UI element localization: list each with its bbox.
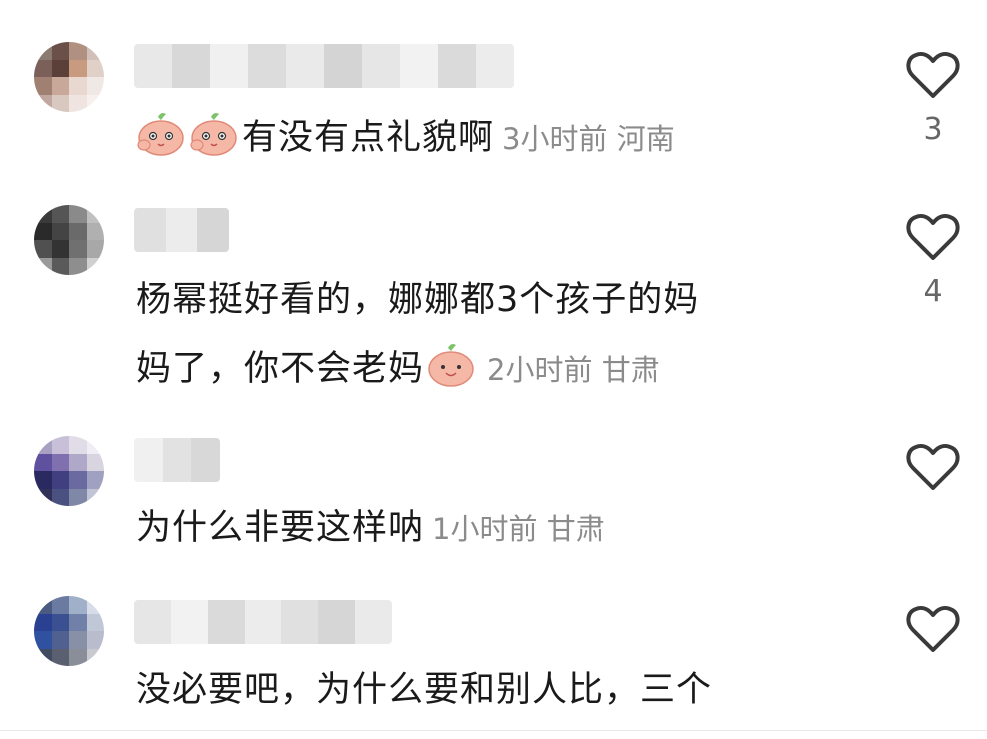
like-count: 3 xyxy=(923,112,943,147)
like-button[interactable] xyxy=(900,604,966,654)
heart-outline-icon xyxy=(906,51,960,98)
avatar[interactable] xyxy=(34,205,104,275)
heart-outline-icon xyxy=(906,443,960,490)
comment-body-line: 杨幂挺好看的，娜娜都3个孩子的妈 xyxy=(136,280,700,320)
comment-text: 有没有点礼貌啊 3小时前 河南 xyxy=(136,104,836,174)
heart-outline-icon xyxy=(906,605,960,652)
comment-location: 甘肃 xyxy=(601,353,660,387)
comment-time: 1小时前 甘肃 xyxy=(432,512,605,546)
comment-text: 没必要吧，为什么要和别人比，三个 xyxy=(136,656,836,725)
avatar[interactable] xyxy=(34,436,104,506)
username-blurred[interactable] xyxy=(134,600,392,644)
comment-body: 有没有点礼貌啊 xyxy=(242,118,495,158)
username-blurred[interactable] xyxy=(134,208,229,252)
comment-location: 河南 xyxy=(616,122,675,156)
like-button[interactable]: 3 xyxy=(900,50,966,147)
comment-location: 甘肃 xyxy=(546,512,605,546)
username-blurred[interactable] xyxy=(134,438,220,482)
like-count: 4 xyxy=(923,274,943,309)
username-blurred[interactable] xyxy=(134,44,514,88)
comment-time: 2小时前 甘肃 xyxy=(487,353,660,387)
avatar[interactable] xyxy=(34,596,104,666)
heart-outline-icon xyxy=(906,213,960,260)
peach-face-emoji xyxy=(137,113,184,156)
like-button[interactable]: 4 xyxy=(900,212,966,309)
divider xyxy=(0,730,987,731)
peach-face-emoji xyxy=(190,113,237,156)
comment-body: 为什么非要这样呐 xyxy=(136,508,425,548)
comment-body-line: 妈了，你不会老妈 2小时前 甘肃 xyxy=(136,335,836,405)
comment-body: 没必要吧，为什么要和别人比，三个 xyxy=(136,670,713,710)
comment-text: 杨幂挺好看的，娜娜都3个孩子的妈 妈了，你不会老妈 2小时前 甘肃 xyxy=(136,266,836,405)
comment-time: 3小时前 河南 xyxy=(502,122,675,156)
comment-text: 为什么非要这样呐 1小时前 甘肃 xyxy=(136,494,836,564)
peach-face-emoji xyxy=(428,344,474,387)
like-button[interactable] xyxy=(900,442,966,492)
avatar[interactable] xyxy=(34,42,104,112)
